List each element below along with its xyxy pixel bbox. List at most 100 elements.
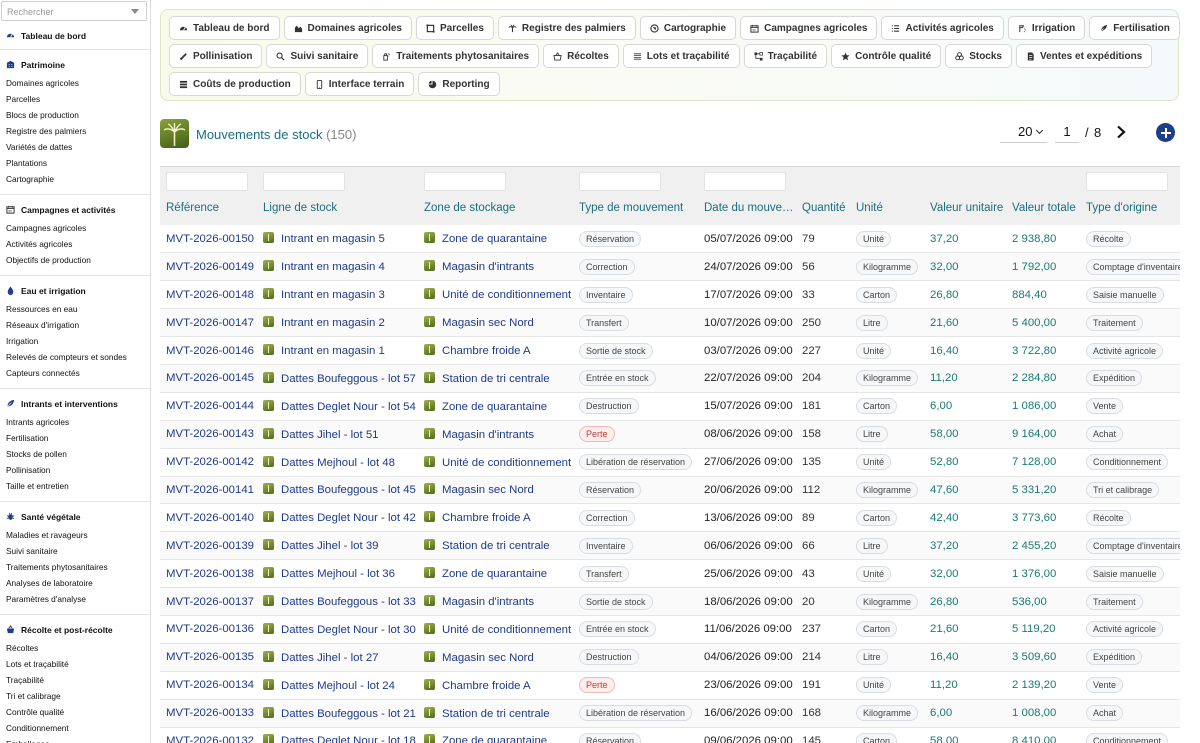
- table-row[interactable]: MVT-2026-00145 Dattes Boufeggous - lot 57…: [160, 364, 1180, 393]
- nav-button-campagnes-agricoles[interactable]: Campagnes agricoles: [740, 16, 878, 40]
- cell-reference[interactable]: MVT-2026-00134: [160, 671, 257, 699]
- nav-button-fertilisation[interactable]: Fertilisation: [1089, 16, 1180, 40]
- sidebar-item-cartographie[interactable]: Cartographie: [0, 171, 150, 187]
- table-row[interactable]: MVT-2026-00133 Dattes Boufeggous - lot 21…: [160, 699, 1180, 728]
- column-header-unite[interactable]: Unité: [850, 198, 924, 225]
- cell-reference[interactable]: MVT-2026-00144: [160, 392, 257, 420]
- sidebar-item-reseaux-d-irrigation[interactable]: Réseaux d'irrigation: [0, 317, 150, 333]
- table-row[interactable]: MVT-2026-00146 Intrant en magasin 1 Chambr…: [160, 337, 1180, 365]
- search-input[interactable]: [2, 3, 146, 21]
- nav-button-tableau-de-bord[interactable]: Tableau de bord: [169, 16, 280, 40]
- cell-reference[interactable]: MVT-2026-00136: [160, 615, 257, 643]
- filter-input-origin[interactable]: [1086, 172, 1168, 191]
- chevron-down-icon[interactable]: [131, 9, 139, 14]
- cell-reference[interactable]: MVT-2026-00132: [160, 727, 257, 743]
- cell-storage-zone[interactable]: Unité de conditionnement: [418, 281, 573, 309]
- sidebar-item-registre-des-palmiers[interactable]: Registre des palmiers: [0, 123, 150, 139]
- sidebar-item-lots-et-tracabilite[interactable]: Lots et traçabilité: [0, 656, 150, 672]
- sidebar-item-traitements-phytosanitaires[interactable]: Traitements phytosanitaires: [0, 559, 150, 575]
- cell-stock-line[interactable]: Dattes Deglet Nour - lot 18: [257, 727, 418, 743]
- nav-button-controle-qualite[interactable]: Contrôle qualité: [831, 44, 942, 68]
- filter-input-date[interactable]: [704, 172, 786, 191]
- nav-button-tracabilite[interactable]: Traçabilité: [743, 44, 828, 68]
- nav-button-recoltes[interactable]: Récoltes: [543, 44, 619, 68]
- cell-reference[interactable]: MVT-2026-00146: [160, 337, 257, 365]
- cell-storage-zone[interactable]: Chambre froide A: [418, 337, 573, 365]
- sidebar-item-dashboard[interactable]: Tableau de bord: [0, 29, 150, 42]
- table-row[interactable]: MVT-2026-00138 Dattes Mejhoul - lot 36 Zon…: [160, 560, 1180, 588]
- nav-button-lots-et-tracabilite[interactable]: Lots et traçabilité: [622, 44, 740, 68]
- cell-reference[interactable]: MVT-2026-00150: [160, 225, 257, 253]
- sidebar-item-conditionnement[interactable]: Conditionnement: [0, 720, 150, 736]
- nav-button-cartographie[interactable]: Cartographie: [639, 16, 737, 40]
- sidebar-item-activites-agricoles[interactable]: Activités agricoles: [0, 236, 150, 252]
- sidebar-item-suivi-sanitaire[interactable]: Suivi sanitaire: [0, 543, 150, 559]
- sidebar-section-header[interactable]: Campagnes et activités: [0, 203, 150, 216]
- cell-storage-zone[interactable]: Magasin d'intrants: [418, 588, 573, 616]
- cell-reference[interactable]: MVT-2026-00143: [160, 420, 257, 448]
- column-header-zone-de-stockage[interactable]: Zone de stockage: [418, 198, 573, 225]
- column-header-ligne-de-stock[interactable]: Ligne de stock: [257, 198, 418, 225]
- cell-stock-line[interactable]: Dattes Mejhoul - lot 24: [257, 671, 418, 699]
- table-row[interactable]: MVT-2026-00148 Intrant en magasin 3 Unité …: [160, 281, 1180, 309]
- cell-stock-line[interactable]: Dattes Boufeggous - lot 21: [257, 699, 418, 727]
- cell-storage-zone[interactable]: Magasin sec Nord: [418, 643, 573, 671]
- sidebar-search[interactable]: [1, 1, 147, 21]
- nav-button-registre-des-palmiers[interactable]: Registre des palmiers: [497, 16, 636, 40]
- cell-storage-zone[interactable]: Chambre froide A: [418, 671, 573, 699]
- cell-reference[interactable]: MVT-2026-00145: [160, 364, 257, 392]
- nav-button-stocks[interactable]: Stocks: [945, 44, 1012, 68]
- cell-storage-zone[interactable]: Unité de conditionnement: [418, 448, 573, 476]
- cell-storage-zone[interactable]: Station de tri centrale: [418, 532, 573, 560]
- sidebar-item-plantations[interactable]: Plantations: [0, 155, 150, 171]
- filter-input-type[interactable]: [579, 172, 661, 191]
- column-header-valeur-totale[interactable]: Valeur totale: [1006, 198, 1080, 225]
- nav-button-suivi-sanitaire[interactable]: Suivi sanitaire: [266, 44, 369, 68]
- sidebar-item-objectifs-de-production[interactable]: Objectifs de production: [0, 252, 150, 268]
- cell-stock-line[interactable]: Dattes Deglet Nour - lot 54: [257, 392, 418, 420]
- table-row[interactable]: MVT-2026-00139 Dattes Jihel - lot 39 Stati…: [160, 531, 1180, 560]
- table-row[interactable]: MVT-2026-00136 Dattes Deglet Nour - lot 3…: [160, 615, 1180, 644]
- cell-stock-line[interactable]: Dattes Mejhoul - lot 36: [257, 560, 418, 588]
- sidebar-item-irrigation[interactable]: Irrigation: [0, 333, 150, 349]
- table-row[interactable]: MVT-2026-00147 Intrant en magasin 2 Magasi…: [160, 308, 1180, 337]
- cell-reference[interactable]: MVT-2026-00141: [160, 476, 257, 504]
- nav-button-couts-de-production[interactable]: Coûts de production: [169, 72, 301, 96]
- sidebar-item-fertilisation[interactable]: Fertilisation: [0, 430, 150, 446]
- cell-reference[interactable]: MVT-2026-00137: [160, 588, 257, 616]
- sidebar-item-varietes-de-dattes[interactable]: Variétés de dattes: [0, 139, 150, 155]
- table-row[interactable]: MVT-2026-00134 Dattes Mejhoul - lot 24 Cha…: [160, 671, 1180, 700]
- cell-storage-zone[interactable]: Zone de quarantaine: [418, 727, 573, 743]
- cell-stock-line[interactable]: Intrant en magasin 2: [257, 309, 418, 337]
- cell-storage-zone[interactable]: Magasin sec Nord: [418, 309, 573, 337]
- column-header-type-d-origine[interactable]: Type d'origine: [1080, 198, 1180, 225]
- nav-button-pollinisation[interactable]: Pollinisation: [169, 44, 263, 68]
- page-size-select[interactable]: 20: [1000, 123, 1047, 143]
- sidebar-item-stocks-de-pollen[interactable]: Stocks de pollen: [0, 446, 150, 462]
- sidebar-item-ressources-en-eau[interactable]: Ressources en eau: [0, 301, 150, 317]
- nav-button-activites-agricoles[interactable]: Activités agricoles: [881, 16, 1004, 40]
- sidebar-item-parametres-d-analyse[interactable]: Paramètres d'analyse: [0, 591, 150, 607]
- cell-reference[interactable]: MVT-2026-00140: [160, 504, 257, 532]
- nav-button-ventes-et-expeditions[interactable]: Ventes et expéditions: [1015, 44, 1153, 68]
- table-row[interactable]: MVT-2026-00141 Dattes Boufeggous - lot 45…: [160, 476, 1180, 504]
- sidebar-item-domaines-agricoles[interactable]: Domaines agricoles: [0, 75, 150, 91]
- sidebar-section-header[interactable]: Intrants et interventions: [0, 397, 150, 410]
- cell-stock-line[interactable]: Dattes Jihel - lot 39: [257, 532, 418, 560]
- cell-reference[interactable]: MVT-2026-00135: [160, 643, 257, 671]
- cell-stock-line[interactable]: Dattes Boufeggous - lot 45: [257, 476, 418, 504]
- cell-storage-zone[interactable]: Magasin d'intrants: [418, 420, 573, 448]
- sidebar-item-taille-et-entretien[interactable]: Taille et entretien: [0, 478, 150, 494]
- sidebar-section-header[interactable]: Récolte et post-récolte: [0, 623, 150, 636]
- sidebar-item-intrants-agricoles[interactable]: Intrants agricoles: [0, 414, 150, 430]
- table-row[interactable]: MVT-2026-00140 Dattes Deglet Nour - lot 4…: [160, 504, 1180, 532]
- sidebar-item-releves-de-compteurs-et-sondes[interactable]: Relevés de compteurs et sondes: [0, 349, 150, 365]
- cell-storage-zone[interactable]: Zone de quarantaine: [418, 392, 573, 420]
- filter-input-zone[interactable]: [424, 172, 506, 191]
- cell-stock-line[interactable]: Dattes Deglet Nour - lot 42: [257, 504, 418, 532]
- nav-button-reporting[interactable]: Reporting: [418, 72, 500, 96]
- cell-stock-line[interactable]: Intrant en magasin 1: [257, 337, 418, 365]
- sidebar-item-tracabilite[interactable]: Traçabilité: [0, 672, 150, 688]
- cell-stock-line[interactable]: Intrant en magasin 3: [257, 281, 418, 309]
- sidebar-item-emballages[interactable]: Emballages: [0, 736, 150, 743]
